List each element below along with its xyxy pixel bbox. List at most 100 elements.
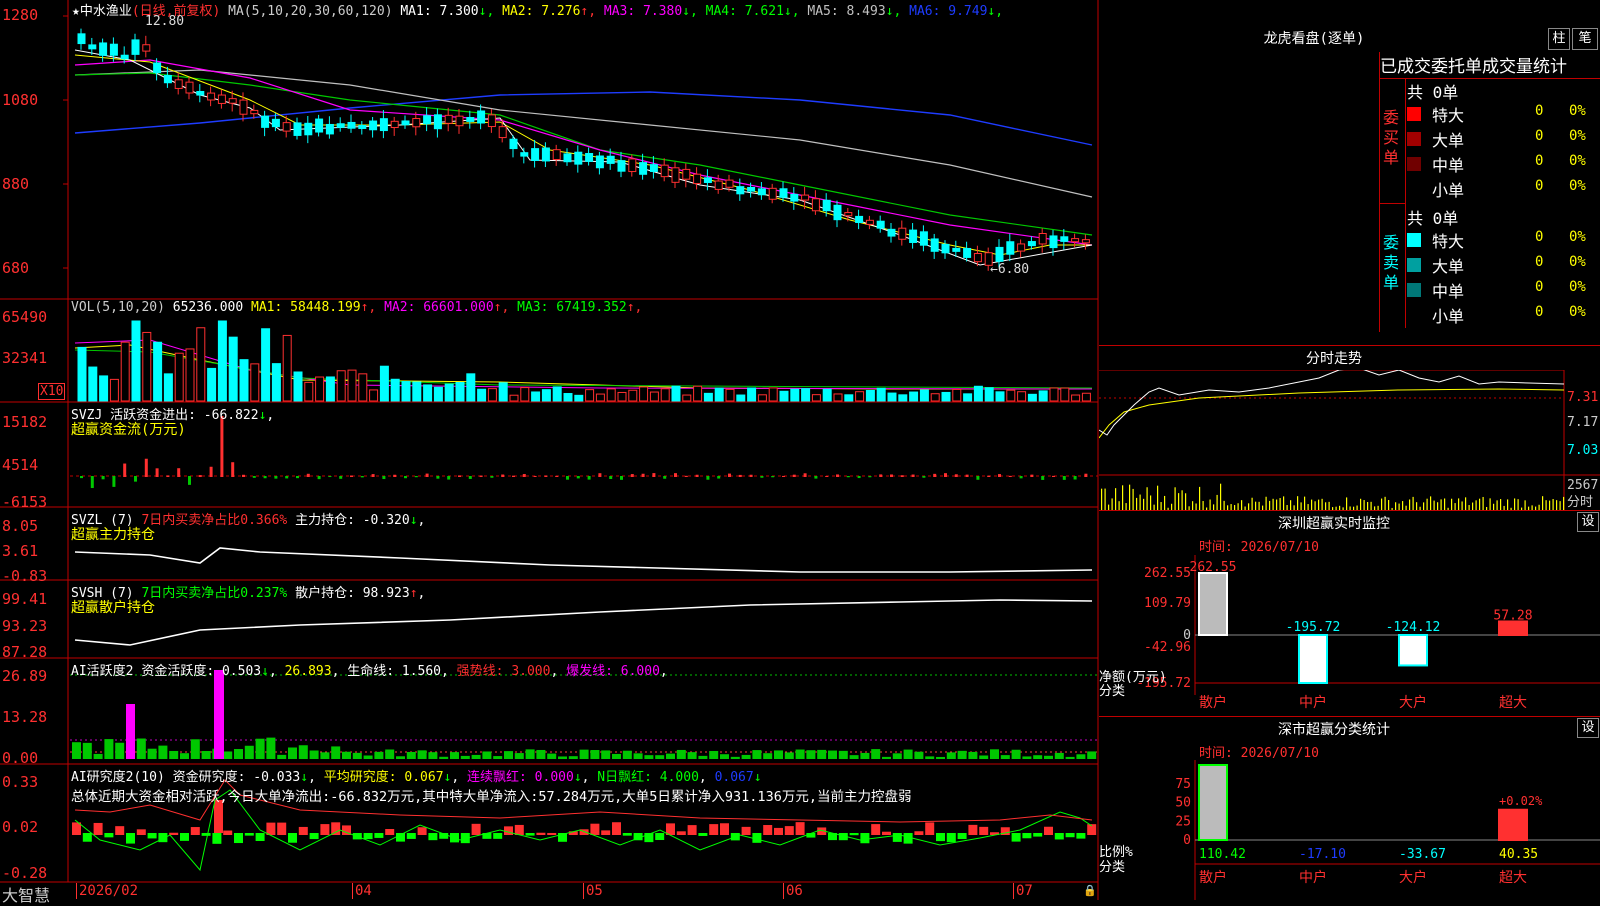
activity-bar (957, 750, 967, 759)
ma-value-arrow-4: ↓, (885, 4, 902, 19)
research-bar (709, 824, 719, 835)
tab-filled[interactable]: 已成交 (1380, 57, 1431, 77)
intraday-vol-bar (1409, 499, 1411, 510)
fund-flow-bar (447, 476, 451, 480)
activity-bar (1054, 752, 1064, 759)
volume-bar (574, 394, 584, 402)
intraday-vol-bar (1367, 502, 1369, 510)
volume-bar (617, 391, 627, 402)
fund-flow-bar (933, 473, 937, 477)
candle-body (671, 167, 680, 183)
fund-flow-bar (134, 476, 137, 482)
y-tick-svzj-1: 4514 (2, 456, 39, 474)
activity-bar (990, 749, 999, 759)
volume-bar (153, 341, 163, 402)
fund-flow-bar (177, 468, 181, 477)
research-bar (914, 831, 924, 835)
sz-monitor-settings-button[interactable]: 设 (1577, 512, 1599, 532)
intra-vol-label: 分时 (1567, 495, 1593, 510)
ai-res-value: -0.033 (253, 770, 301, 785)
sell-name-2: 中单 (1432, 282, 1465, 301)
activity-bar (547, 753, 557, 759)
candle-body (293, 122, 302, 136)
lock-icon[interactable]: 🔒 (1083, 884, 1097, 897)
activity-bar (979, 755, 989, 759)
candle-body (207, 92, 216, 101)
volume-bar (898, 394, 908, 402)
intraday-vol-bar (1423, 502, 1425, 510)
candle-body (898, 227, 907, 240)
intraday-vol-bar (1314, 501, 1316, 510)
research-bar (741, 826, 751, 835)
stock-name[interactable]: 中水渔业 (80, 4, 132, 19)
fund-flow-bar (652, 473, 656, 477)
volume-bar (628, 389, 638, 402)
volume-bar (261, 328, 271, 402)
y-tick-svzj-0: 15182 (2, 413, 48, 431)
intraday-vol-bar (1545, 500, 1547, 510)
research-bar (720, 823, 729, 835)
tab-orders[interactable]: 委托单 (1431, 57, 1482, 77)
intraday-vol-bar (1300, 502, 1302, 510)
volume-bar (336, 370, 346, 402)
tab-volume-stats[interactable]: 成交量统计 (1482, 57, 1567, 77)
activity-bar (730, 756, 740, 759)
fund-flow-bar (738, 474, 742, 477)
research-bar (331, 822, 341, 835)
buy-swatch-1 (1407, 132, 1421, 146)
research-bar (1022, 833, 1032, 839)
fund-flow-bar (825, 475, 829, 477)
fund-flow-bar (609, 476, 613, 479)
sz-monitor-cat-label: 分类 (1099, 684, 1125, 699)
column-view-button[interactable]: 柱 (1548, 28, 1570, 50)
research-bar (1011, 833, 1021, 842)
intraday-vol-bar (1328, 501, 1330, 510)
sell-count-2: 0 (1535, 279, 1544, 295)
intraday-vol-bar (1524, 500, 1526, 510)
ai-res-cont: 连续飘红: 0.000 (467, 770, 574, 785)
star-icon[interactable]: ★ (72, 4, 80, 19)
volume-bar (390, 378, 400, 402)
intraday-vol-bar (1496, 500, 1498, 510)
sz-class-settings-button[interactable]: 设 (1577, 718, 1599, 738)
sz-class-pct-label: +0.02% (1499, 794, 1543, 808)
vol-value: 65236.000 (172, 300, 244, 315)
candle-body (995, 246, 1004, 262)
activity-bar (298, 745, 308, 759)
research-bar (298, 826, 308, 835)
candle-body (498, 126, 507, 139)
volume-bar (855, 391, 865, 402)
fund-flow-bar (965, 474, 969, 477)
fund-flow-bar (166, 475, 170, 477)
candle-body (1081, 239, 1090, 244)
candle-body (390, 120, 399, 129)
tick-view-button[interactable]: 笔 (1572, 28, 1598, 50)
intraday-vol-bar (1283, 496, 1285, 510)
intraday-vol-bar (1346, 497, 1348, 510)
activity-bar (331, 746, 341, 759)
volume-bar (304, 381, 314, 402)
fund-flow-bar (1084, 473, 1088, 477)
volume-bar (682, 394, 692, 402)
intraday-vol-bar (1437, 502, 1439, 510)
buy-total: 共 0单 (1407, 83, 1459, 102)
sz-monitor-bar (1498, 620, 1528, 637)
svzl-desc: 7日内买卖净占比0.366% (141, 513, 288, 528)
volume-bar (347, 369, 357, 402)
date-tick-4: 07 (1013, 883, 1033, 899)
volume-bar (142, 331, 152, 402)
candle-body (973, 253, 982, 263)
intraday-chart[interactable]: 7.31 7.17 7.03 2567 分时 (1099, 370, 1600, 510)
activity-bar (1011, 749, 1021, 759)
intraday-vol-bar (1265, 496, 1267, 510)
intraday-vol-bar (1279, 498, 1281, 510)
activity-bar (104, 739, 114, 759)
y-tick-main-1: 1080 (2, 91, 39, 109)
sell-name-1: 大单 (1432, 257, 1465, 276)
sz-monitor-chart[interactable]: 262.55109.790-42.96-195.72262.55散户-195.7… (1099, 555, 1600, 715)
activity-bar (352, 752, 362, 759)
sz-class-chart[interactable]: 75 50 25 0 110.42 散户 -17.10 中户 -33.67 大户 40.35 超大 +0… (1099, 760, 1600, 900)
research-bar (590, 823, 600, 835)
y-tick-main-3: 680 (2, 259, 30, 277)
sz-monitor-value-label: -124.12 (1386, 620, 1441, 635)
